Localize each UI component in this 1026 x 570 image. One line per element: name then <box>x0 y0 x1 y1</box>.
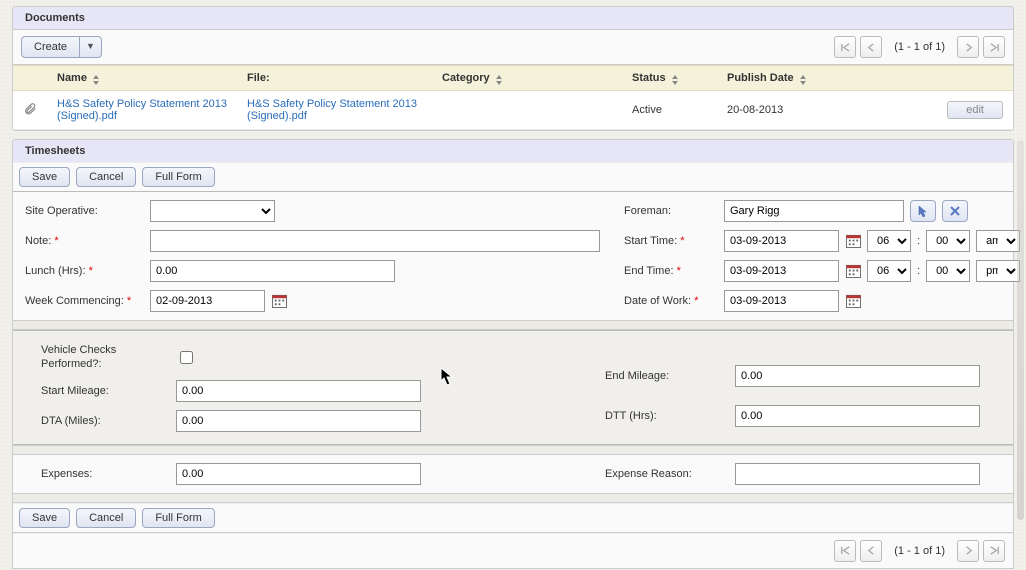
doc-file-link[interactable]: H&S Safety Policy Statement 2013 (Signed… <box>247 98 417 122</box>
note-input[interactable] <box>150 230 600 252</box>
start-mileage-label: Start Mileage: <box>41 385 166 397</box>
start-ampm-select[interactable]: am <box>976 230 1020 252</box>
doc-status: Active <box>622 91 717 130</box>
timesheets-title: Timesheets <box>25 145 85 157</box>
timesheets-toolbar-bottom: Save Cancel Full Form <box>13 503 1013 533</box>
timesheets-bottom-pager-row: (1 - 1 of 1) <box>13 533 1013 568</box>
documents-table: Name File: Category Status Publish Date … <box>13 65 1013 130</box>
dtt-input[interactable] <box>735 405 980 427</box>
pager-last-button[interactable] <box>983 540 1005 562</box>
date-of-work-input[interactable] <box>724 290 839 312</box>
pager-prev-button[interactable] <box>860 36 882 58</box>
week-input[interactable] <box>150 290 265 312</box>
timesheets-body: Save Cancel Full Form Site Operative: No… <box>12 162 1014 569</box>
create-button[interactable]: Create ▼ <box>21 36 102 58</box>
full-form-button[interactable]: Full Form <box>142 508 214 528</box>
documents-section-header[interactable]: Documents <box>12 6 1014 29</box>
lunch-label: Lunch (Hrs): * <box>25 265 140 277</box>
cancel-button[interactable]: Cancel <box>76 508 136 528</box>
col-status[interactable]: Status <box>622 66 717 91</box>
pager-info: (1 - 1 of 1) <box>886 545 953 557</box>
pointer-icon-button[interactable] <box>910 200 936 222</box>
full-form-button[interactable]: Full Form <box>142 167 214 187</box>
chevron-down-icon[interactable]: ▼ <box>80 37 101 57</box>
calendar-icon[interactable] <box>845 234 861 249</box>
dta-input[interactable] <box>176 410 421 432</box>
start-date-input[interactable] <box>724 230 839 252</box>
col-publish[interactable]: Publish Date <box>717 66 937 91</box>
time-sep: : <box>917 265 920 277</box>
expense-reason-label: Expense Reason: <box>605 468 725 480</box>
date-of-work-label: Date of Work: * <box>624 295 714 307</box>
calendar-icon[interactable] <box>845 264 861 279</box>
documents-toolbar: Create ▼ (1 - 1 of 1) <box>13 30 1013 65</box>
expenses-label: Expenses: <box>41 468 166 480</box>
timesheets-section-header[interactable]: Timesheets <box>12 139 1014 162</box>
start-hour-select[interactable]: 06 <box>867 230 911 252</box>
calendar-icon[interactable] <box>271 294 287 309</box>
end-time-label: End Time: * <box>624 265 714 277</box>
foreman-label: Foreman: <box>624 205 714 217</box>
expense-reason-input[interactable] <box>735 463 980 485</box>
week-label: Week Commencing: * <box>25 294 140 308</box>
site-operative-select[interactable] <box>150 200 275 222</box>
timesheets-pager: (1 - 1 of 1) <box>834 540 1005 562</box>
note-label: Note: * <box>25 235 140 247</box>
end-min-select[interactable]: 00 <box>926 260 970 282</box>
doc-category <box>432 91 622 130</box>
documents-pager: (1 - 1 of 1) <box>834 36 1005 58</box>
save-button[interactable]: Save <box>19 508 70 528</box>
pager-prev-button[interactable] <box>860 540 882 562</box>
vehicle-checks-checkbox[interactable] <box>180 351 193 364</box>
col-category[interactable]: Category <box>432 66 622 91</box>
scrollbar[interactable] <box>1017 140 1024 520</box>
pager-first-button[interactable] <box>834 36 856 58</box>
end-mileage-input[interactable] <box>735 365 980 387</box>
timesheets-toolbar-top: Save Cancel Full Form <box>13 162 1013 192</box>
clear-icon-button[interactable] <box>942 200 968 222</box>
save-button[interactable]: Save <box>19 167 70 187</box>
pager-last-button[interactable] <box>983 36 1005 58</box>
end-date-input[interactable] <box>724 260 839 282</box>
documents-section-body: Create ▼ (1 - 1 of 1) Name File: Categor… <box>12 29 1014 131</box>
edit-button[interactable]: edit <box>947 101 1003 119</box>
expenses-input[interactable] <box>176 463 421 485</box>
end-mileage-label: End Mileage: <box>605 370 725 382</box>
attachment-icon <box>13 91 47 130</box>
cancel-button[interactable]: Cancel <box>76 167 136 187</box>
col-file[interactable]: File: <box>237 66 432 91</box>
dta-label: DTA (Miles): <box>41 415 166 427</box>
end-hour-select[interactable]: 06 <box>867 260 911 282</box>
pager-info: (1 - 1 of 1) <box>886 41 953 53</box>
col-name[interactable]: Name <box>47 66 237 91</box>
time-sep: : <box>917 235 920 247</box>
table-row[interactable]: H&S Safety Policy Statement 2013 (Signed… <box>13 91 1013 130</box>
foreman-input[interactable] <box>724 200 904 222</box>
pager-next-button[interactable] <box>957 540 979 562</box>
start-time-label: Start Time: * <box>624 235 714 247</box>
documents-title: Documents <box>25 12 85 24</box>
start-mileage-input[interactable] <box>176 380 421 402</box>
calendar-icon[interactable] <box>845 294 861 309</box>
pager-next-button[interactable] <box>957 36 979 58</box>
doc-name-link[interactable]: H&S Safety Policy Statement 2013 (Signed… <box>57 98 227 122</box>
vehicle-checks-label: Vehicle Checks Performed?: <box>41 343 166 372</box>
start-min-select[interactable]: 00 <box>926 230 970 252</box>
dtt-label: DTT (Hrs): <box>605 410 725 422</box>
lunch-input[interactable] <box>150 260 395 282</box>
doc-publish: 20-08-2013 <box>717 91 937 130</box>
end-ampm-select[interactable]: pm <box>976 260 1020 282</box>
site-operative-label: Site Operative: <box>25 205 140 217</box>
pager-first-button[interactable] <box>834 540 856 562</box>
